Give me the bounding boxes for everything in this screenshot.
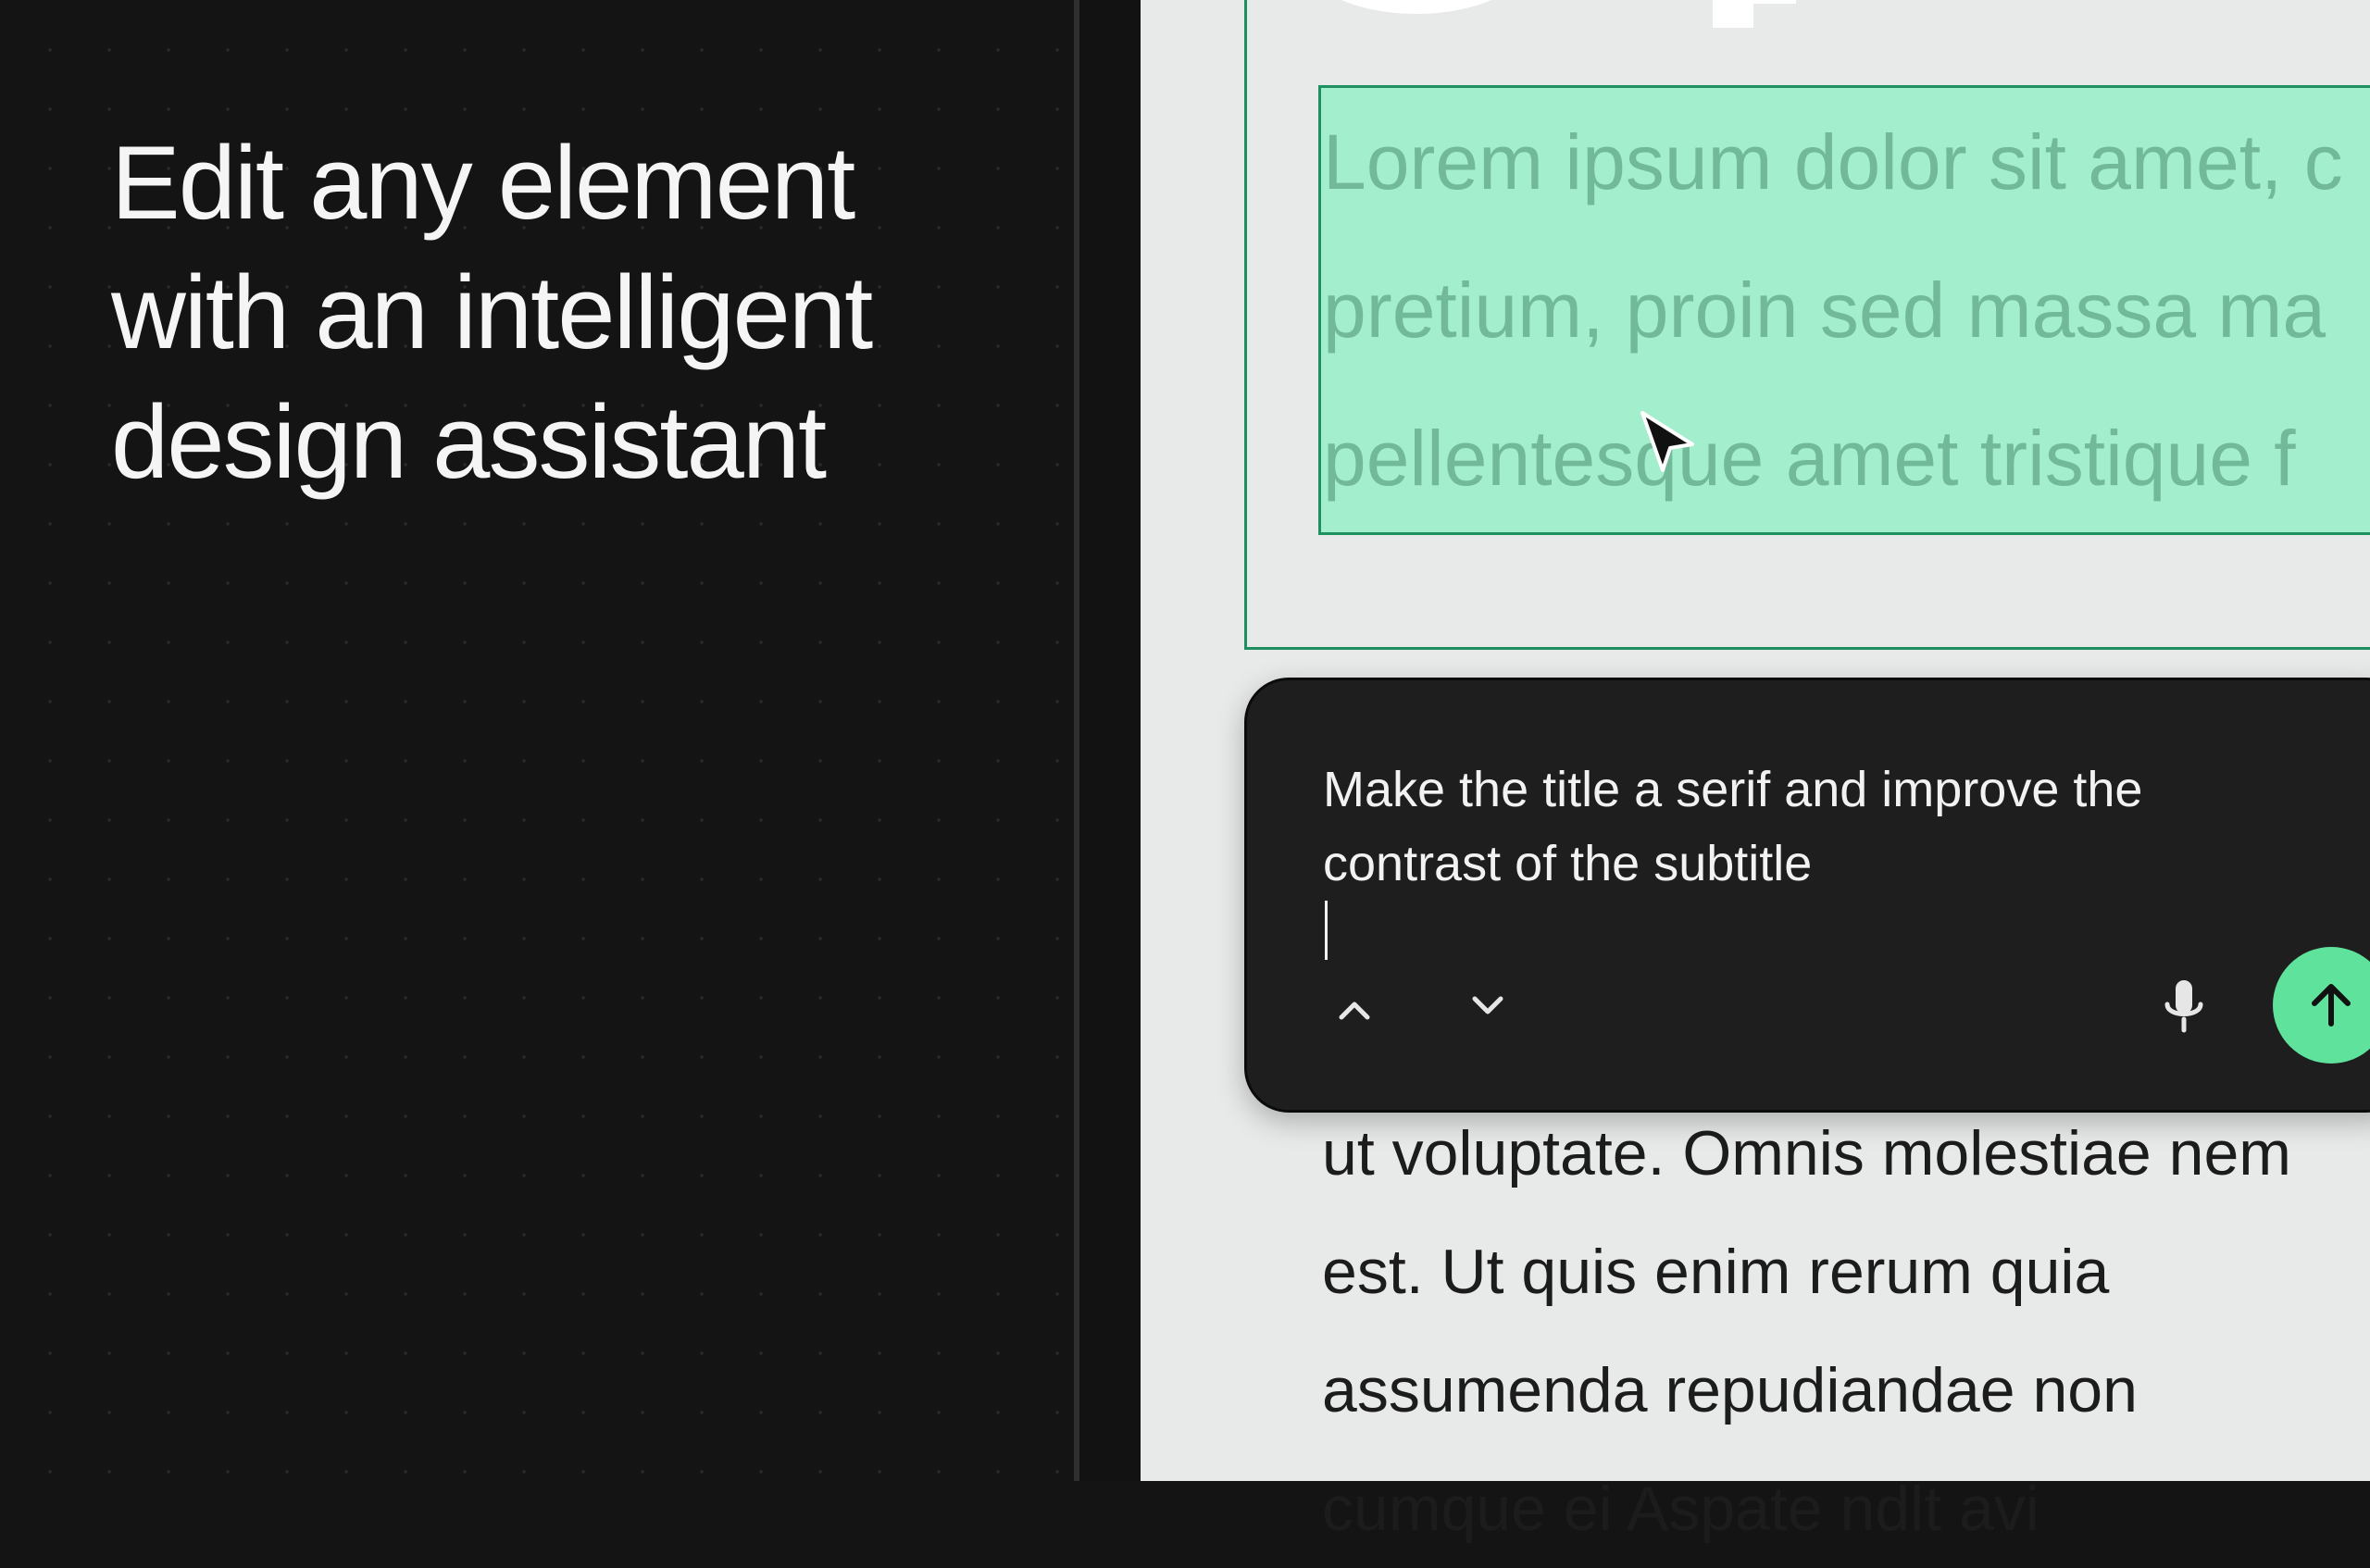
next-suggestion-button[interactable] xyxy=(1454,973,1521,1039)
prompt-input-line-2: contrast of the subtitle xyxy=(1323,827,2341,960)
hero-headline-line-1: Edit any element xyxy=(111,125,855,241)
body-paragraph: ut voluptate. Omnis molestiae nem est. U… xyxy=(1322,1094,2291,1568)
microphone-icon xyxy=(2164,980,2203,1033)
arrow-up-icon xyxy=(2312,984,2351,1027)
subtitle-line-3: pellentesque amet tristique f xyxy=(1323,415,2296,502)
mouse-pointer-icon xyxy=(1640,411,1694,472)
hero-headline-line-3: design assistant xyxy=(111,384,827,500)
voice-input-button[interactable] xyxy=(2151,973,2217,1039)
subtitle-text: Lorem ipsum dolor sit amet, c pretium, p… xyxy=(1323,88,2343,532)
chevron-up-icon xyxy=(1339,1002,1370,1020)
body-line-3: assumenda repudiandae non xyxy=(1322,1355,2138,1425)
send-button[interactable] xyxy=(2273,947,2370,1064)
prompt-input-line-1: Make the title a serif and improve the xyxy=(1323,762,2143,817)
previous-suggestion-button[interactable] xyxy=(1321,977,1388,1043)
body-line-4: cumque ei Aspate ndlt avi xyxy=(1322,1474,2039,1544)
selected-subtitle-element[interactable]: Lorem ipsum dolor sit amet, c pretium, p… xyxy=(1318,85,2370,535)
hero-headline: Edit any element with an intelligent des… xyxy=(111,118,1055,507)
subtitle-line-2: pretium, proin sed massa ma xyxy=(1323,267,2326,354)
ai-prompt-panel: Make the title a serif and improve the c… xyxy=(1244,678,2370,1113)
hero-headline-line-2: with an intelligent xyxy=(111,255,873,370)
marketing-panel: Edit any element with an intelligent des… xyxy=(0,0,1074,1481)
prompt-input[interactable]: Make the title a serif and improve the c… xyxy=(1323,753,2341,960)
chevron-down-icon xyxy=(1472,996,1503,1014)
panel-gutter xyxy=(1079,0,1141,1481)
body-line-2: est. Ut quis enim rerum quia xyxy=(1322,1237,2110,1307)
text-caret xyxy=(1325,901,1328,960)
subtitle-line-1: Lorem ipsum dolor sit amet, c xyxy=(1323,118,2343,205)
